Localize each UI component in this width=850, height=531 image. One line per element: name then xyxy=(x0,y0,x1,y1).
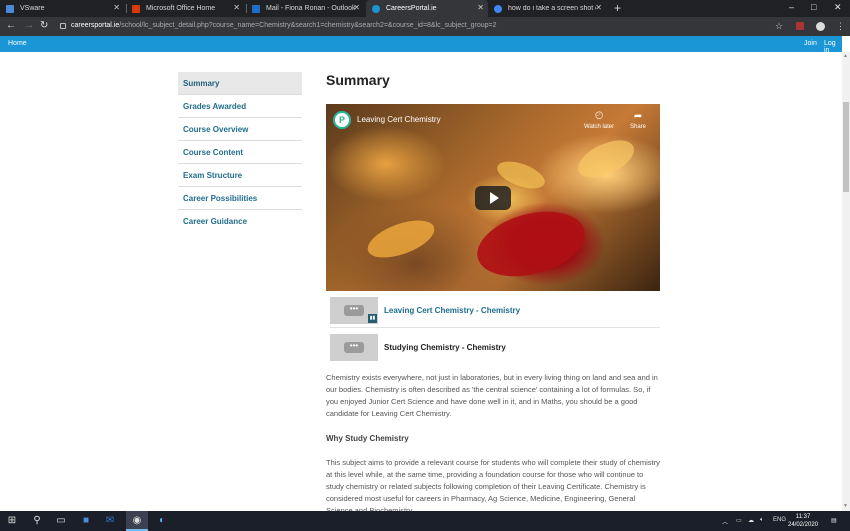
forward-arrow-icon[interactable]: → xyxy=(24,20,34,32)
related-video-item[interactable]: ••• Studying Chemistry - Chemistry xyxy=(330,334,660,364)
tab-label: Microsoft Office Home xyxy=(146,5,216,12)
new-tab-button[interactable]: + xyxy=(614,2,621,14)
close-tab-icon[interactable]: ✕ xyxy=(477,4,484,12)
related-video-title[interactable]: Studying Chemistry - Chemistry xyxy=(384,343,506,352)
profile-avatar-icon[interactable] xyxy=(816,22,825,31)
share-arrow-icon: ➦ xyxy=(633,111,643,122)
reload-icon[interactable]: ↻ xyxy=(40,20,48,32)
mail-app-icon[interactable]: ✉ xyxy=(102,515,118,527)
scroll-down-icon[interactable]: ▼ xyxy=(843,503,848,509)
google-favicon-icon xyxy=(494,4,502,13)
search-icon[interactable]: ⚲ xyxy=(30,515,44,527)
video-frame-decoration xyxy=(572,132,640,186)
side-item-summary[interactable]: Summary xyxy=(178,72,302,95)
tab-office-home[interactable]: Microsoft Office Home ✕ xyxy=(132,0,244,17)
side-item-course-content[interactable]: Course Content xyxy=(178,141,302,164)
tab-label: CareersPortal.ie xyxy=(386,5,437,12)
task-view-icon[interactable]: ▭ xyxy=(54,515,68,527)
watch-later-label: Watch later xyxy=(584,124,615,130)
scrollbar-thumb[interactable] xyxy=(843,102,849,192)
url-host: careersportal.ie xyxy=(71,22,120,29)
careersportal-favicon-icon xyxy=(372,4,380,13)
tab-google-search[interactable]: how do i take a screen shot on a ✕ xyxy=(494,0,606,17)
page-title: Summary xyxy=(326,72,390,88)
notifications-icon[interactable]: ▤ xyxy=(831,517,837,524)
cloud-icon[interactable]: ☁ xyxy=(748,517,754,524)
divider xyxy=(330,327,660,328)
tab-label: how do i take a screen shot on a xyxy=(508,5,596,12)
related-video-item[interactable]: ••• ▮▮ Leaving Cert Chemistry - Chemistr… xyxy=(330,297,660,327)
tab-outlook-mail[interactable]: Mail - Fiona Ronan - Outlook ✕ xyxy=(252,0,364,17)
more-dots-icon: ••• xyxy=(344,342,364,353)
why-study-paragraph: This subject aims to provide a relevant … xyxy=(326,458,660,511)
close-window-button[interactable]: ✕ xyxy=(834,2,842,13)
side-item-course-overview[interactable]: Course Overview xyxy=(178,118,302,141)
chart-badge-icon: ▮▮ xyxy=(368,314,377,323)
close-tab-icon[interactable]: ✕ xyxy=(595,4,602,12)
tab-careersportal[interactable]: CareersPortal.ie ✕ xyxy=(366,0,488,17)
back-arrow-icon[interactable]: ← xyxy=(6,20,16,32)
office-favicon-icon xyxy=(132,4,140,13)
home-link[interactable]: Home xyxy=(8,40,27,47)
browser-toolbar: ← → ↻ careersportal.ie/school/lc_subject… xyxy=(0,17,850,36)
tab-divider xyxy=(246,4,247,13)
related-video-link[interactable]: Leaving Cert Chemistry - Chemistry xyxy=(384,306,520,315)
channel-logo-icon[interactable]: P xyxy=(333,111,351,129)
minimize-button[interactable]: – xyxy=(789,2,794,12)
url-path: /school/lc_subject_detail.php?course_nam… xyxy=(119,22,497,29)
side-item-career-possibilities[interactable]: Career Possibilities xyxy=(178,187,302,210)
tab-label: Mail - Fiona Ronan - Outlook xyxy=(266,5,356,12)
video-title[interactable]: Leaving Cert Chemistry xyxy=(357,115,441,124)
windows-taskbar: ⊞ ⚲ ▭ ■ ✉ ◉ ◐ ︿ ▭ ☁ 🔈︎ ENG 11:37 24/02/2… xyxy=(0,511,850,531)
video-thumbnail[interactable]: ••• ▮▮ xyxy=(330,297,378,324)
tab-divider xyxy=(126,4,127,13)
why-study-heading: Why Study Chemistry xyxy=(326,434,409,443)
video-frame-decoration xyxy=(362,212,440,266)
scroll-up-icon[interactable]: ▲ xyxy=(843,53,848,59)
login-link[interactable]: Log in xyxy=(824,40,842,54)
watch-later-button[interactable]: 🕘︎ Watch later xyxy=(584,111,614,130)
side-item-grades-awarded[interactable]: Grades Awarded xyxy=(178,95,302,118)
share-label: Share xyxy=(630,124,647,130)
side-item-exam-structure[interactable]: Exam Structure xyxy=(178,164,302,187)
volume-icon[interactable]: 🔈︎ xyxy=(760,517,764,524)
close-tab-icon[interactable]: ✕ xyxy=(353,4,360,12)
side-item-career-guidance[interactable]: Career Guidance xyxy=(178,210,302,233)
close-tab-icon[interactable]: ✕ xyxy=(113,4,120,12)
clock-time: 11:37 xyxy=(795,514,811,520)
video-frame-decoration xyxy=(470,200,592,288)
menu-kebab-icon[interactable]: ⋮ xyxy=(836,21,845,31)
join-link[interactable]: Join xyxy=(804,40,817,47)
network-icon[interactable]: ▭ xyxy=(736,517,742,524)
tab-label: VSware xyxy=(20,5,45,12)
tray-chevron-icon[interactable]: ︿ xyxy=(722,517,728,526)
language-indicator[interactable]: ENG xyxy=(773,517,786,523)
vsware-app-icon[interactable]: ◐ xyxy=(154,515,170,527)
extension-icon[interactable] xyxy=(796,22,804,30)
chrome-app-icon[interactable]: ◉ xyxy=(126,511,148,531)
address-bar[interactable]: careersportal.ie/school/lc_subject_detai… xyxy=(71,22,497,29)
maximize-button[interactable]: □ xyxy=(811,2,816,12)
close-tab-icon[interactable]: ✕ xyxy=(233,4,240,12)
intro-paragraph: Chemistry exists everywhere, not just in… xyxy=(326,373,658,418)
tab-vsware[interactable]: VSware ✕ xyxy=(6,0,124,17)
clock-date: 24/02/2020 xyxy=(788,522,819,528)
video-thumbnail[interactable]: ••• xyxy=(330,334,378,361)
more-dots-icon: ••• xyxy=(344,305,364,316)
share-button[interactable]: ➦ Share xyxy=(630,111,646,130)
vsware-favicon-icon xyxy=(6,4,14,13)
lock-icon xyxy=(60,23,66,29)
word-app-icon[interactable]: ■ xyxy=(78,515,94,527)
subject-side-menu: Summary Grades Awarded Course Overview C… xyxy=(178,72,302,233)
video-player[interactable]: P Leaving Cert Chemistry 🕘︎ Watch later … xyxy=(326,104,660,291)
system-clock[interactable]: 11:37 24/02/2020 xyxy=(788,513,818,529)
browser-tab-strip: VSware ✕ Microsoft Office Home ✕ Mail - … xyxy=(0,0,850,17)
play-button[interactable] xyxy=(475,186,511,210)
site-nav-bar: Home Join Log in xyxy=(0,36,842,54)
play-icon xyxy=(489,192,499,204)
bookmark-star-icon[interactable]: ☆ xyxy=(775,21,783,31)
clock-icon: 🕘︎ xyxy=(595,111,604,122)
outlook-favicon-icon xyxy=(252,4,260,13)
windows-start-icon[interactable]: ⊞ xyxy=(4,515,20,527)
